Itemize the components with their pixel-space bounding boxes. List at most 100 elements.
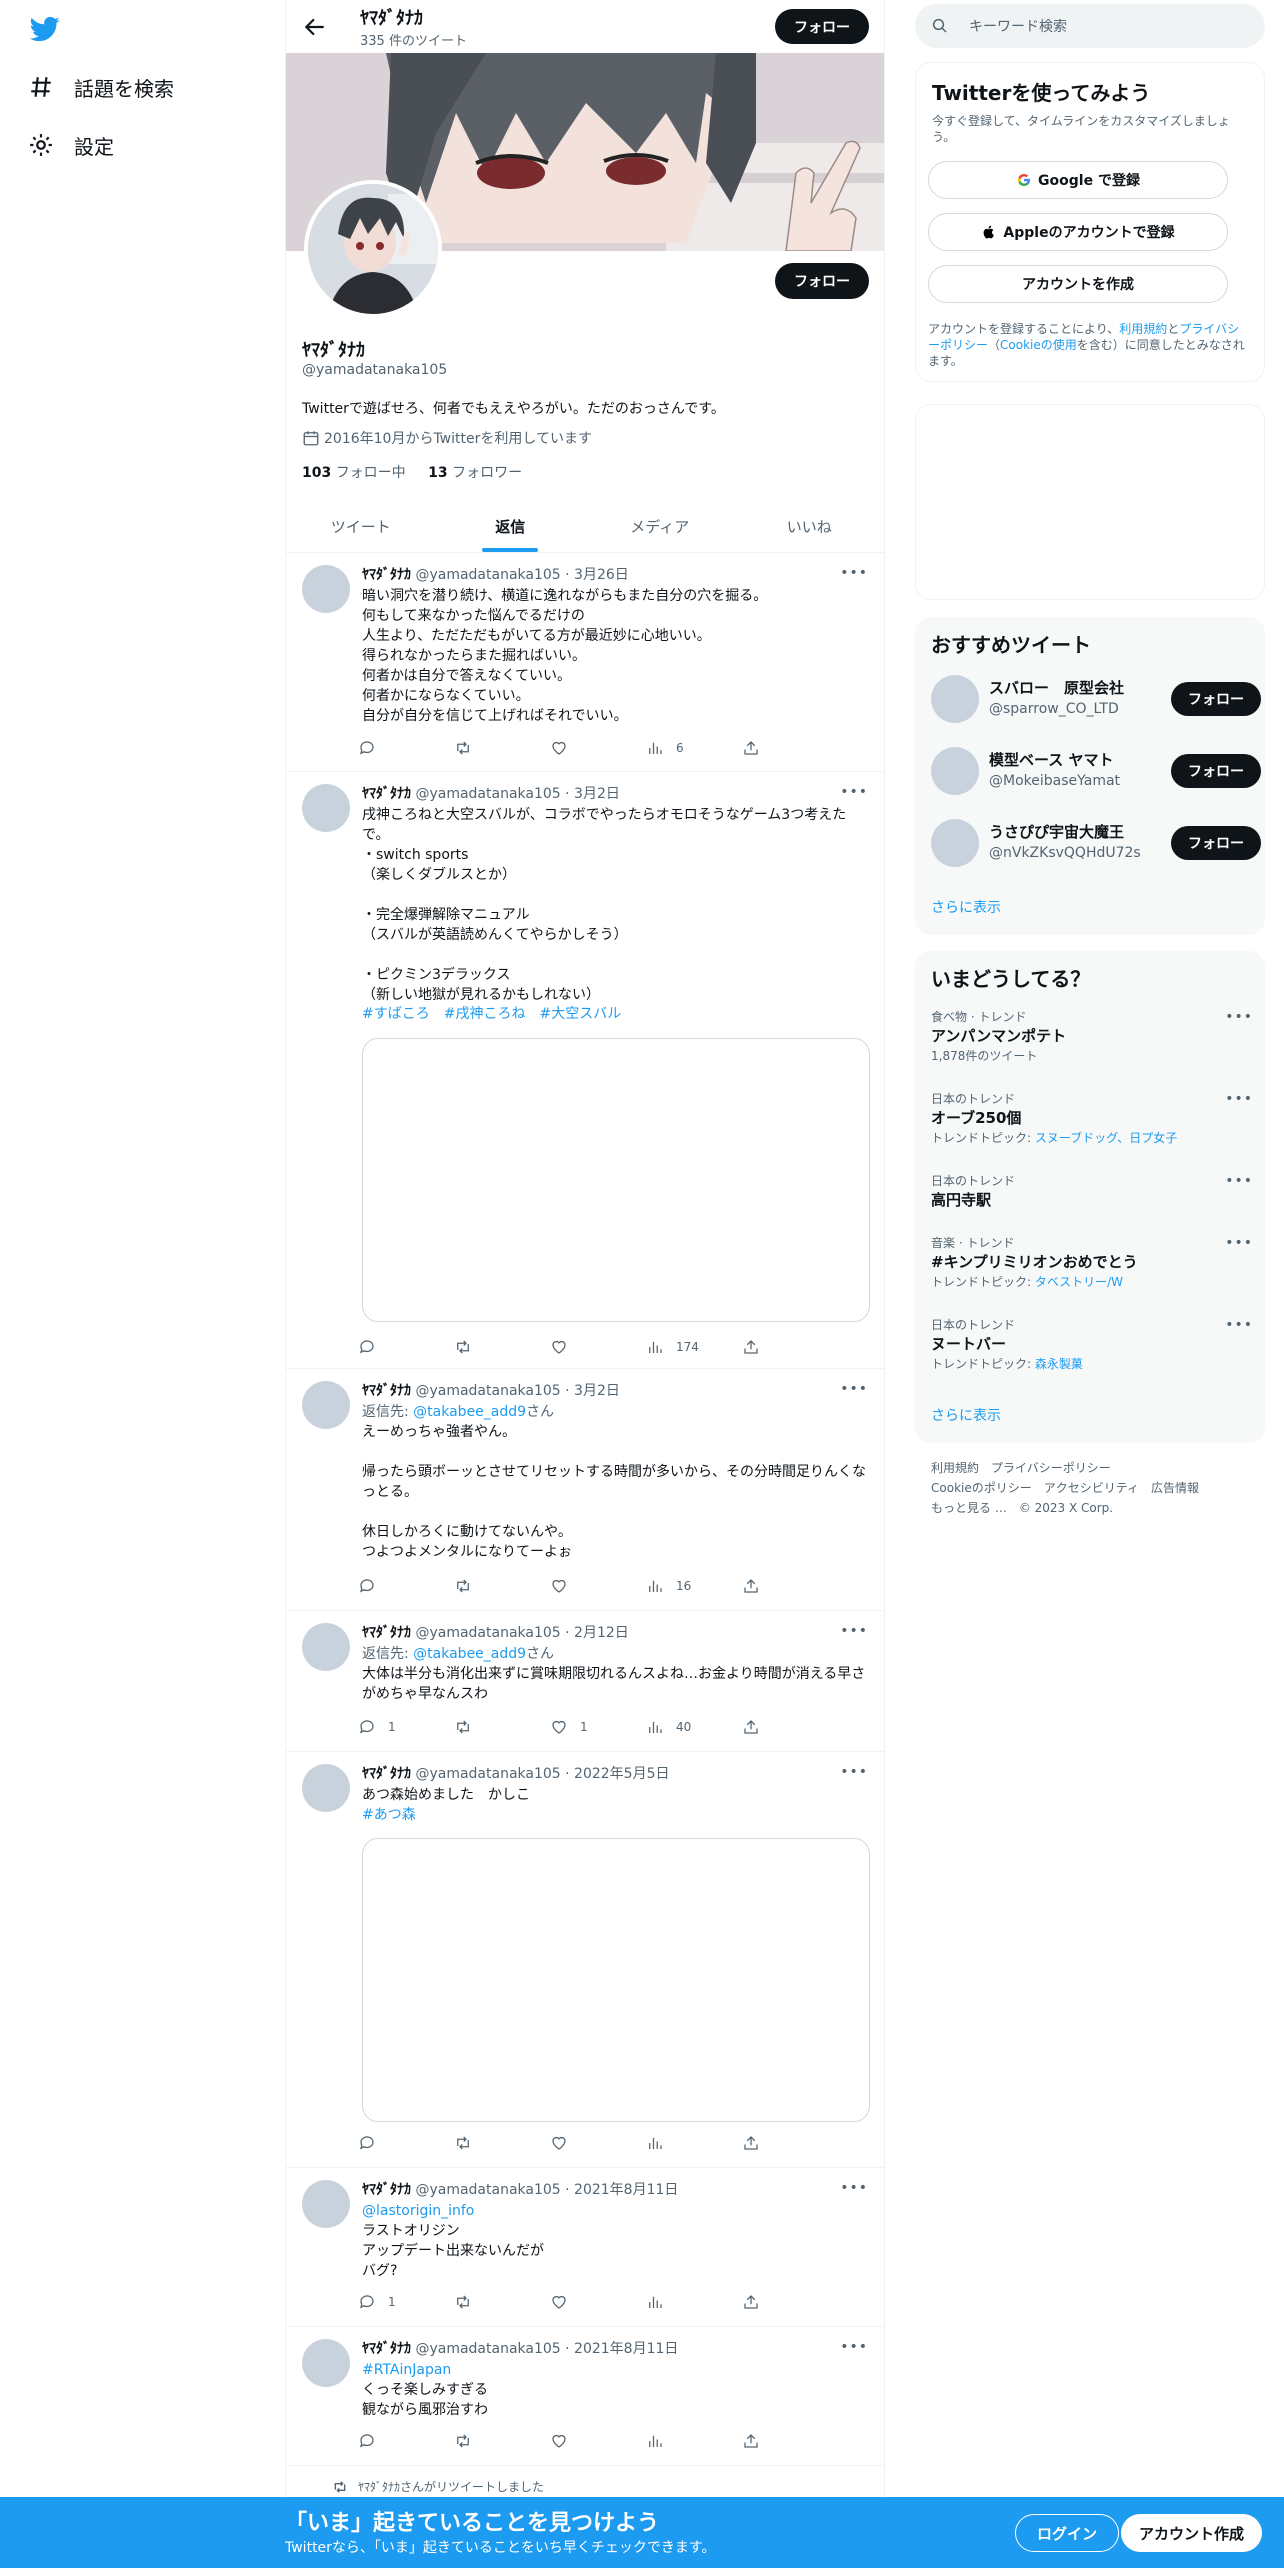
more-icon[interactable]: ••• <box>840 1623 868 1639</box>
followers-link[interactable]: 13 フォロワー <box>428 465 522 481</box>
avatar[interactable] <box>302 565 350 613</box>
back-arrow-icon[interactable] <box>302 14 328 40</box>
cookie-link[interactable]: Cookieの使用 <box>1000 338 1077 352</box>
trend-topics-link[interactable]: 森永製菓 <box>1035 1357 1083 1371</box>
recommended-account[interactable]: うさぴぴ宇宙大魔王 @nVkZKsvQQHdU72s フォロー <box>931 815 1261 871</box>
share-button[interactable] <box>742 2133 772 2153</box>
more-icon[interactable]: ••• <box>1225 1173 1253 1189</box>
trend-item[interactable]: 食べ物 · トレンド アンパンマンポテト 1,878件のツイート ••• <box>931 1009 1253 1065</box>
avatar[interactable] <box>302 784 350 832</box>
show-more-link[interactable]: さらに表示 <box>931 897 1001 917</box>
twitter-logo-icon[interactable] <box>28 14 62 44</box>
more-icon[interactable]: ••• <box>840 1764 868 1780</box>
reply-button[interactable] <box>358 2133 454 2153</box>
trend-item[interactable]: 音楽 · トレンド #キンプリミリオンおめでとう トレンドトピック: タベストリ… <box>931 1235 1252 1291</box>
tweet-author-name[interactable]: ﾔﾏﾀﾞﾀﾅｶ <box>362 1625 411 1641</box>
reply-to-link[interactable]: @takabee_add9 <box>413 1646 526 1662</box>
more-icon[interactable]: ••• <box>1225 1091 1253 1107</box>
avatar[interactable] <box>302 2180 350 2228</box>
recommended-account[interactable]: スバロー 原型会社 @sparrow_CO_LTD フォロー <box>931 671 1261 727</box>
tweet[interactable]: ﾔﾏﾀﾞﾀﾅｶ @yamadatanaka105 · 3月26日 ••• 暗い洞… <box>286 553 884 772</box>
profile-avatar[interactable] <box>304 180 442 318</box>
retweet-button[interactable] <box>454 2431 550 2451</box>
trend-item[interactable]: 日本のトレンド 高円寺駅 ••• <box>931 1173 1253 1211</box>
share-button[interactable] <box>742 1717 772 1737</box>
avatar[interactable] <box>931 819 979 867</box>
views-button[interactable] <box>646 2133 742 2153</box>
share-button[interactable] <box>742 1576 772 1596</box>
tweet[interactable]: ﾔﾏﾀﾞﾀﾅｶ @yamadatanaka105 · 2022年5月5日 •••… <box>286 1752 884 2168</box>
reply-button[interactable] <box>358 2431 454 2451</box>
tweet-media-card[interactable] <box>362 1838 870 2122</box>
tweet[interactable]: ﾔﾏﾀﾞﾀﾅｶ @yamadatanaka105 · 2月12日 ••• 返信先… <box>286 1611 884 1752</box>
reply-button[interactable]: 1 <box>358 1717 454 1737</box>
more-icon[interactable]: ••• <box>840 1381 868 1397</box>
tweet-author-name[interactable]: ﾔﾏﾀﾞﾀﾅｶ <box>362 786 411 802</box>
signup-button[interactable]: アカウント作成 <box>1121 2514 1262 2552</box>
retweet-button[interactable] <box>454 2292 550 2312</box>
profile-follow-button[interactable]: フォロー <box>775 263 869 299</box>
views-button[interactable] <box>646 2431 742 2451</box>
like-button[interactable]: 1 <box>550 1717 646 1737</box>
like-button[interactable] <box>550 1576 646 1596</box>
follow-button[interactable]: フォロー <box>1171 826 1261 860</box>
more-icon[interactable]: ••• <box>1225 1009 1253 1025</box>
apple-signup-button[interactable]: Appleのアカウントで登録 <box>928 213 1228 251</box>
tweet-hashtags[interactable]: #すばころ #戌神ころね #大空スバル <box>362 1004 872 1024</box>
recommended-account[interactable]: 模型ベース ヤマト @MokeibaseYamat フォロー <box>931 743 1261 799</box>
reply-button[interactable] <box>358 1337 454 1357</box>
share-button[interactable] <box>742 2431 772 2451</box>
avatar[interactable] <box>931 675 979 723</box>
tweet-handle-date[interactable]: @yamadatanaka105 · 3月2日 <box>415 1383 619 1399</box>
retweet-button[interactable] <box>454 1576 550 1596</box>
tweet[interactable]: ﾔﾏﾀﾞﾀﾅｶ @yamadatanaka105 · 3月2日 ••• 返信先:… <box>286 1369 884 1611</box>
more-icon[interactable]: ••• <box>840 2339 868 2355</box>
show-more-link[interactable]: さらに表示 <box>931 1405 1001 1425</box>
like-button[interactable] <box>550 2133 646 2153</box>
trend-item[interactable]: 日本のトレンド オーブ250個 トレンドトピック: スヌーブドッグ、日プ女子 •… <box>931 1091 1253 1147</box>
tweet-author-name[interactable]: ﾔﾏﾀﾞﾀﾅｶ <box>362 1766 411 1782</box>
more-icon[interactable]: ••• <box>840 565 868 581</box>
follow-button[interactable]: フォロー <box>1171 754 1261 788</box>
avatar[interactable] <box>931 747 979 795</box>
share-button[interactable] <box>742 2292 772 2312</box>
tweet-author-name[interactable]: ﾔﾏﾀﾞﾀﾅｶ <box>362 567 411 583</box>
tweet-hashtags[interactable]: #あつ森 <box>362 1805 872 1825</box>
footer-line[interactable]: 利用規約 プライバシーポリシー <box>931 1458 1251 1478</box>
footer-line[interactable]: Cookieのポリシー アクセシビリティ 広告情報 <box>931 1478 1251 1498</box>
like-button[interactable] <box>550 2292 646 2312</box>
search-box[interactable]: キーワード検索 <box>915 4 1265 48</box>
trend-topics-link[interactable]: スヌーブドッグ、日プ女子 <box>1035 1131 1177 1145</box>
share-button[interactable] <box>742 1337 772 1357</box>
more-icon[interactable]: ••• <box>840 784 868 800</box>
like-button[interactable] <box>550 738 646 758</box>
footer-line[interactable]: もっと見る … © 2023 X Corp. <box>931 1498 1251 1518</box>
tweet-handle-date[interactable]: @yamadatanaka105 · 2021年8月11日 <box>415 2182 678 2198</box>
like-button[interactable] <box>550 2431 646 2451</box>
follow-button[interactable]: フォロー <box>1171 682 1261 716</box>
nav-settings[interactable]: 設定 <box>28 125 114 165</box>
share-button[interactable] <box>742 738 772 758</box>
reply-button[interactable] <box>358 1576 454 1596</box>
avatar[interactable] <box>302 1764 350 1812</box>
tab-media[interactable]: メディア <box>585 500 735 552</box>
views-button[interactable]: 174 <box>646 1337 742 1357</box>
following-link[interactable]: 103 フォロー中 <box>302 465 406 481</box>
tab-replies[interactable]: 返信 <box>436 500 586 552</box>
retweet-button[interactable] <box>454 2133 550 2153</box>
nav-explore[interactable]: 話題を検索 <box>28 67 174 107</box>
tweet-author-name[interactable]: ﾔﾏﾀﾞﾀﾅｶ <box>362 2182 411 2198</box>
terms-link[interactable]: 利用規約 <box>1119 322 1167 336</box>
reply-button[interactable]: 1 <box>358 2292 454 2312</box>
tweet-handle-date[interactable]: @yamadatanaka105 · 2022年5月5日 <box>415 1766 669 1782</box>
tweet[interactable]: ﾔﾏﾀﾞﾀﾅｶ @yamadatanaka105 · 2021年8月11日 ••… <box>286 2327 884 2466</box>
tweet-handle-date[interactable]: @yamadatanaka105 · 2月12日 <box>415 1625 628 1641</box>
avatar[interactable] <box>302 1381 350 1429</box>
more-icon[interactable]: ••• <box>1225 1317 1253 1333</box>
views-button[interactable]: 40 <box>646 1717 742 1737</box>
tweet-author-name[interactable]: ﾔﾏﾀﾞﾀﾅｶ <box>362 1383 411 1399</box>
tweet[interactable]: ﾔﾏﾀﾞﾀﾅｶ @yamadatanaka105 · 2021年8月11日 ••… <box>286 2168 884 2327</box>
reply-to-link[interactable]: @takabee_add9 <box>413 1404 526 1420</box>
tweet-media-card[interactable] <box>362 1038 870 1322</box>
more-icon[interactable]: ••• <box>840 2180 868 2196</box>
